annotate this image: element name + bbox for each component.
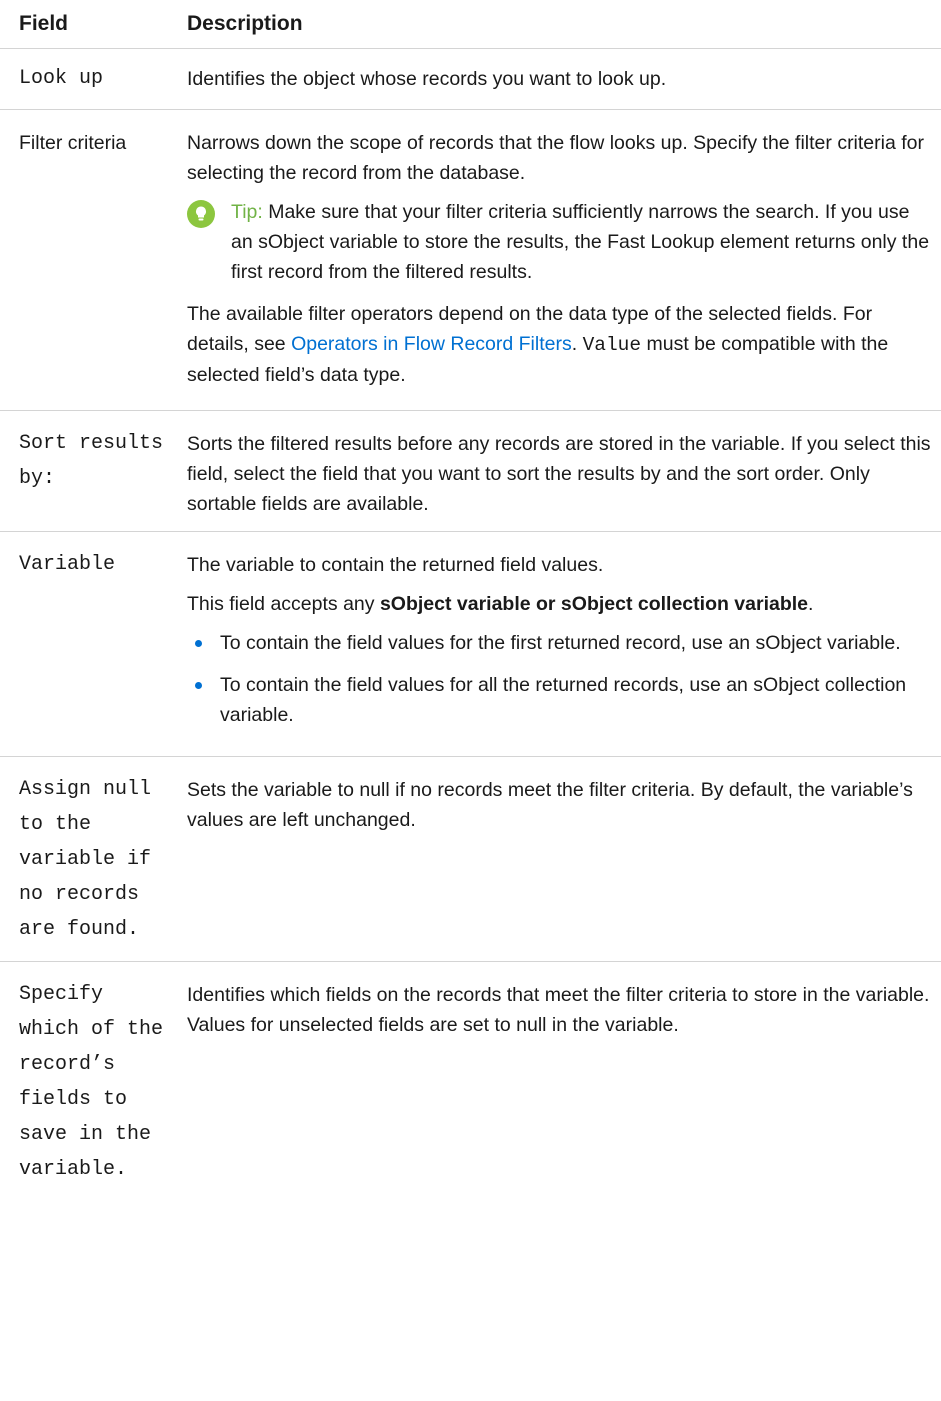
tip-callout: Tip: Make sure that your filter criteria… [187, 197, 931, 287]
bullet-dot-icon [195, 640, 202, 647]
field-name: Specify which of the record’s fields to … [19, 983, 164, 1181]
list-item-text: To contain the field values for all the … [220, 674, 907, 726]
field-description: Narrows down the scope of records that t… [167, 109, 941, 411]
tip-text: Make sure that your filter criteria suff… [231, 201, 930, 283]
bullet-dot-icon [195, 682, 202, 689]
list-item: To contain the field values for all the … [187, 670, 931, 730]
field-name: Sort results by: [0, 410, 167, 532]
lightbulb-icon [187, 200, 215, 228]
bullet-list: To contain the field values for the firs… [187, 628, 931, 730]
list-item-text: To contain the field values for the firs… [220, 632, 901, 654]
text-segment: This field accepts any [187, 593, 380, 615]
field-name: Look up [0, 48, 167, 110]
code-value: Value [582, 334, 642, 356]
field-name: Variable [0, 531, 167, 757]
field-name: Assign null to the variable if no record… [0, 756, 167, 962]
table-row: Look up Identifies the object whose reco… [0, 48, 941, 110]
table-row: Variable The variable to contain the ret… [0, 531, 941, 757]
text-segment: . [571, 333, 583, 355]
field-description: Identifies which fields on the records t… [187, 984, 930, 1036]
table-header-row: Field Description [0, 0, 941, 49]
header-description: Description [167, 0, 941, 49]
description-paragraph: Narrows down the scope of records that t… [187, 132, 925, 184]
table-row: Specify which of the record’s fields to … [0, 962, 941, 1202]
text-segment: . [808, 593, 814, 615]
field-description: Sorts the filtered results before any re… [167, 410, 941, 532]
table-row: Assign null to the variable if no record… [0, 756, 941, 962]
operators-link[interactable]: Operators in Flow Record Filters [291, 333, 572, 355]
field-name: Filter criteria [0, 109, 167, 411]
tip-label: Tip: [231, 201, 263, 223]
field-description: Sets the variable to null if no records … [167, 756, 941, 962]
table-row: Filter criteria Narrows down the scope o… [0, 109, 941, 411]
description-paragraph: This field accepts any sObject variable … [187, 589, 931, 619]
field-description: Identifies the object whose records you … [167, 48, 941, 110]
description-paragraph: The variable to contain the returned fie… [187, 554, 604, 576]
fields-table: Field Description Look up Identifies the… [0, 0, 941, 1201]
field-description: The variable to contain the returned fie… [167, 531, 941, 757]
bold-text: sObject variable or sObject collection v… [379, 593, 809, 615]
description-paragraph: The available filter operators depend on… [187, 299, 931, 390]
table-row: Sort results by: Sorts the filtered resu… [0, 410, 941, 532]
list-item: To contain the field values for the firs… [187, 628, 931, 658]
header-field: Field [0, 0, 167, 49]
